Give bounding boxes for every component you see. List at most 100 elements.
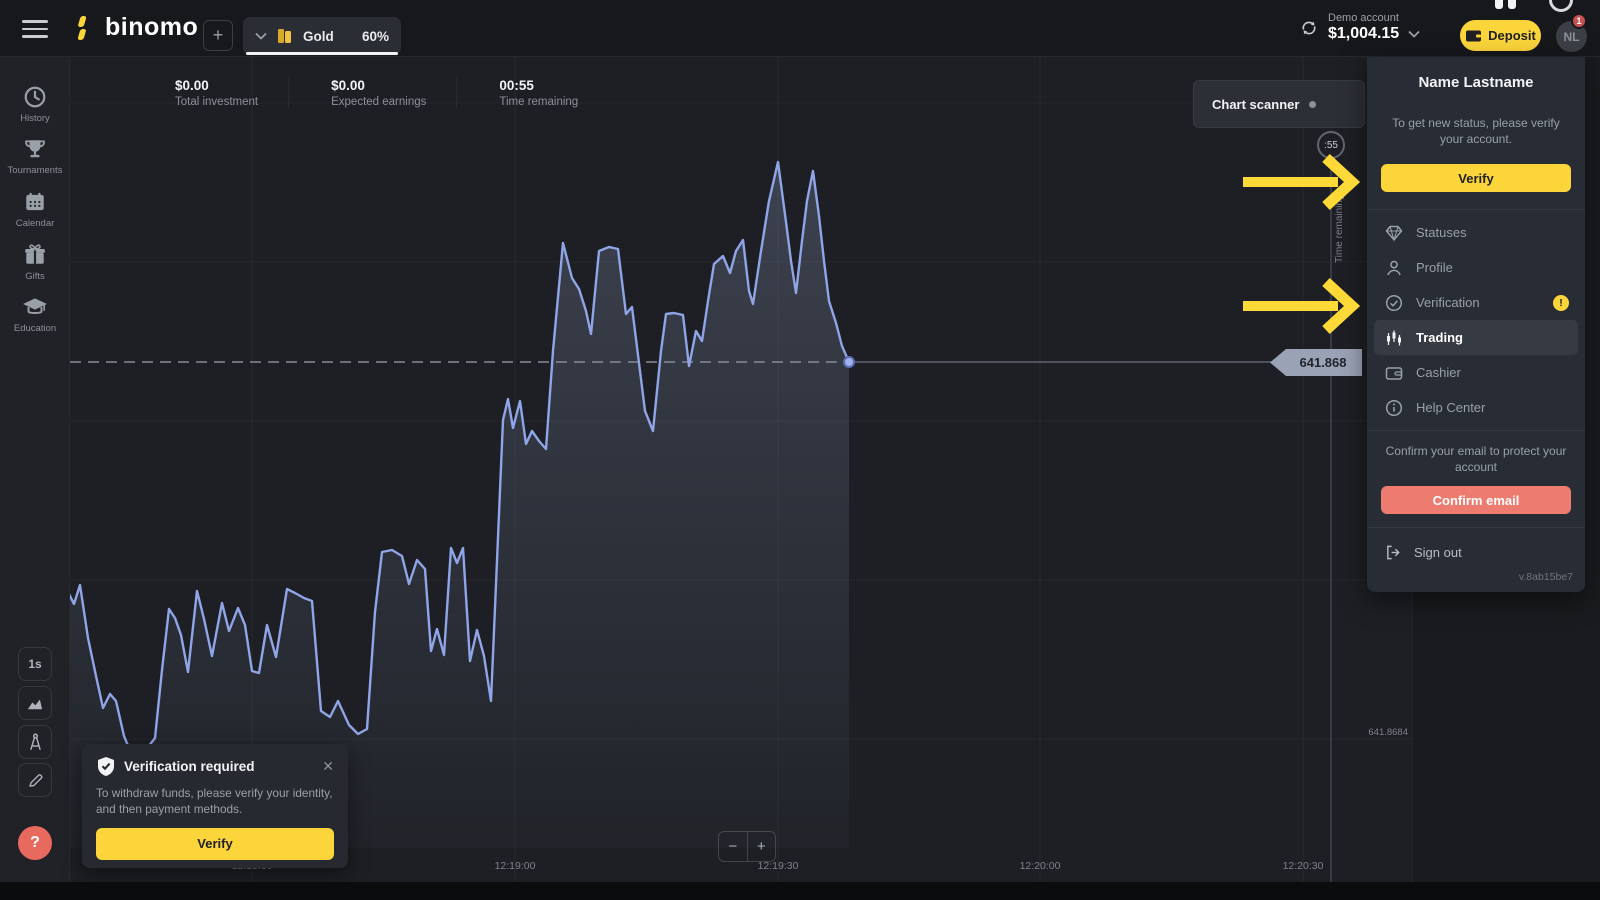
check-circle-icon xyxy=(1385,294,1403,312)
time-tick-label: 12:20:00 xyxy=(1020,860,1061,872)
bottom-edge-bar xyxy=(0,882,1600,900)
chart-scanner-label: Chart scanner xyxy=(1212,97,1299,112)
menu-item-trading[interactable]: Trading xyxy=(1374,320,1578,355)
gold-bars-icon xyxy=(276,26,294,46)
pencil-icon xyxy=(27,772,44,789)
lightning-icon xyxy=(74,15,96,41)
popup-body: To withdraw funds, please verify your id… xyxy=(96,786,334,818)
deposit-button[interactable]: Deposit xyxy=(1460,20,1541,51)
gem-icon xyxy=(1385,224,1403,242)
asset-payout: 60% xyxy=(362,29,389,44)
wallet-icon xyxy=(1465,28,1482,43)
shield-check-icon xyxy=(96,756,116,777)
person-icon xyxy=(1385,259,1403,277)
screen-overlay-bar xyxy=(1495,0,1503,9)
account-info: Demo account $1,004.15 xyxy=(1328,12,1399,43)
zoom-control: − + xyxy=(718,831,776,862)
compass-icon xyxy=(27,733,44,751)
stat-label: Time remaining xyxy=(499,96,578,108)
time-tick-label: 12:19:00 xyxy=(495,860,536,872)
trade-stats: $0.00 Total investment $0.00 Expected ea… xyxy=(175,78,608,108)
sidebar-item-education[interactable]: Education xyxy=(0,295,70,334)
account-switcher[interactable]: Demo account $1,004.15 xyxy=(1300,12,1420,43)
sidebar-item-history[interactable]: History xyxy=(0,85,70,124)
panel-verify-button[interactable]: Verify xyxy=(1381,164,1571,192)
binomo-trading-app: $0.00 Total investment $0.00 Expected ea… xyxy=(0,0,1600,900)
area-chart-icon xyxy=(26,695,44,711)
current-price-tag: 641.868 xyxy=(1270,349,1362,376)
menu-item-cashier[interactable]: Cashier xyxy=(1367,355,1585,390)
chart-type-button[interactable] xyxy=(18,686,52,720)
sidebar-item-label: Gifts xyxy=(25,271,45,282)
app-version: v.8ab15be7 xyxy=(1519,571,1573,583)
time-tick-label: 12:20:30 xyxy=(1283,860,1324,872)
account-status-note: To get new status, please verify your ac… xyxy=(1381,115,1571,147)
menu-icon[interactable] xyxy=(22,20,48,38)
asset-name: Gold xyxy=(303,29,334,44)
deposit-label: Deposit xyxy=(1488,28,1536,43)
calendar-icon xyxy=(23,190,47,214)
chart-scanner-button[interactable]: Chart scanner xyxy=(1193,80,1365,128)
graduation-cap-icon xyxy=(22,295,48,319)
zoom-out-button[interactable]: − xyxy=(719,832,748,861)
expiry-countdown: :55 xyxy=(1317,131,1345,159)
notification-badge: 1 xyxy=(1571,13,1587,29)
verification-popup: Verification required ✕ To withdraw fund… xyxy=(82,744,348,868)
sidebar-item-label: History xyxy=(20,113,50,124)
account-name: Name Lastname xyxy=(1367,74,1585,91)
info-icon xyxy=(1385,399,1403,417)
menu-item-help-center[interactable]: Help Center xyxy=(1367,390,1585,425)
sidebar-item-label: Education xyxy=(14,323,56,334)
help-button[interactable]: ? xyxy=(18,826,52,860)
menu-item-label: Profile xyxy=(1416,260,1453,275)
zoom-in-button[interactable]: + xyxy=(748,832,776,861)
menu-item-verification[interactable]: Verification ! xyxy=(1367,285,1585,320)
verification-alert-badge: ! xyxy=(1553,295,1569,311)
sign-out-icon xyxy=(1385,544,1402,561)
menu-item-label: Verification xyxy=(1416,295,1480,310)
screen-overlay-bar xyxy=(1508,0,1516,9)
close-icon[interactable]: ✕ xyxy=(322,758,334,775)
chevron-down-icon xyxy=(255,32,267,40)
sign-out-label: Sign out xyxy=(1414,545,1462,560)
logo-text: binomo xyxy=(105,13,198,42)
price-axis-label: 641.8684 xyxy=(1300,727,1408,738)
stat-value: 00:55 xyxy=(499,78,578,93)
add-asset-button[interactable]: + xyxy=(203,20,233,51)
top-bar: binomo + Gold 60% Demo account $1,004.15 xyxy=(0,0,1600,57)
chevron-down-icon xyxy=(1408,30,1420,38)
time-remaining-axis-label: Time remaining xyxy=(1334,167,1345,263)
confirm-email-button[interactable]: Confirm email xyxy=(1381,486,1571,514)
stat-total-investment: $0.00 Total investment xyxy=(175,78,289,108)
stat-label: Expected earnings xyxy=(331,96,426,108)
sidebar-item-gifts[interactable]: Gifts xyxy=(0,243,70,282)
popup-title: Verification required xyxy=(124,759,255,774)
menu-item-label: Cashier xyxy=(1416,365,1461,380)
account-menu-panel: Name Lastname To get new status, please … xyxy=(1367,57,1585,592)
interval-button[interactable]: 1s xyxy=(18,647,52,681)
draw-button[interactable] xyxy=(18,763,52,797)
stat-value: $0.00 xyxy=(331,78,426,93)
status-dot xyxy=(1309,101,1316,108)
popup-verify-button[interactable]: Verify xyxy=(96,828,334,860)
sidebar-item-calendar[interactable]: Calendar xyxy=(0,190,70,229)
trophy-icon xyxy=(23,137,47,161)
stat-label: Total investment xyxy=(175,96,258,108)
sidebar-item-tournaments[interactable]: Tournaments xyxy=(0,137,70,176)
asset-tab-gold[interactable]: Gold 60% xyxy=(243,17,401,55)
sidebar-item-label: Calendar xyxy=(16,218,55,229)
menu-item-label: Trading xyxy=(1416,330,1463,345)
menu-item-label: Help Center xyxy=(1416,400,1485,415)
account-type: Demo account xyxy=(1328,12,1399,24)
left-sidebar: History Tournaments Calendar xyxy=(0,57,70,882)
refresh-icon xyxy=(1300,19,1318,37)
sidebar-item-label: Tournaments xyxy=(8,165,63,176)
email-note: Confirm your email to protect your accou… xyxy=(1379,443,1573,475)
menu-item-statuses[interactable]: Statuses xyxy=(1367,215,1585,250)
candlestick-icon xyxy=(1385,329,1403,347)
sign-out-button[interactable]: Sign out xyxy=(1385,537,1462,567)
indicators-button[interactable] xyxy=(18,725,52,759)
menu-item-profile[interactable]: Profile xyxy=(1367,250,1585,285)
binomo-logo: binomo xyxy=(74,13,198,42)
gift-icon xyxy=(23,243,47,267)
